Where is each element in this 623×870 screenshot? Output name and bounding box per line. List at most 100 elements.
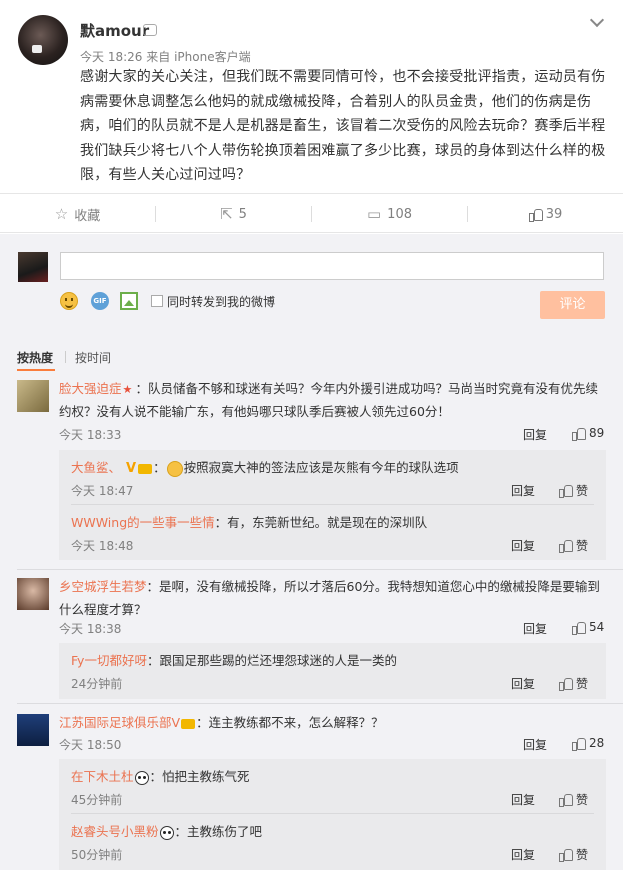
repost-checkbox[interactable]	[151, 295, 163, 307]
comment-body: 乡空城浮生若梦：是啊，没有缴械投降，所以才落后60分。我特想知道您心中的缴械投降…	[59, 575, 607, 621]
repost-button[interactable]: ⇱ 5	[156, 194, 311, 234]
star-icon: ☆	[54, 205, 69, 223]
sub-reply-button[interactable]: 回复	[511, 846, 535, 863]
comment-like-count: 54	[589, 620, 605, 634]
panda-badge-icon	[134, 770, 149, 785]
current-user-avatar	[18, 252, 48, 282]
reply-button[interactable]: 回复	[523, 426, 547, 443]
comment-button[interactable]: ▭ 108	[312, 194, 467, 234]
tab-time[interactable]: 按时间	[75, 349, 111, 366]
comment-icon: ▭	[366, 205, 382, 223]
tab-divider	[65, 351, 66, 363]
post-time[interactable]: 今天 18:26	[80, 50, 142, 64]
emoji-icon[interactable]	[60, 292, 78, 310]
thumb-up-icon	[559, 484, 573, 498]
emoji-face-icon	[166, 460, 183, 477]
comment-time: 今天 18:50	[59, 738, 122, 752]
comment-count: 108	[387, 206, 412, 222]
repost-checkbox-label: 同时转发到我的微博	[167, 295, 276, 309]
sub-comment-text: ：怕把主教练气死	[149, 769, 250, 784]
sub-comment-time: 24分钟前	[71, 677, 123, 691]
comment-divider	[17, 703, 623, 704]
crown-badge-icon	[181, 718, 196, 729]
commenter-avatar[interactable]	[17, 380, 49, 412]
comment-like-button[interactable]: 54	[572, 620, 605, 635]
repost-count: 5	[238, 206, 247, 222]
sub-like-label: 赞	[576, 677, 589, 691]
sub-comment-body: 在下木土杜 ：怕把主教练气死	[71, 766, 250, 785]
sub-comment-text: 按照寂寞大神的签法应该是灰熊有今年的球队选项	[183, 460, 459, 475]
sub-commenter-name[interactable]: 在下木土杜	[71, 769, 134, 784]
favorite-button[interactable]: ☆ 收藏	[0, 194, 155, 234]
like-count: 39	[545, 206, 563, 222]
comment-item: 乡空城浮生若梦：是啊，没有缴械投降，所以才落后60分。我特想知道您心中的缴械投降…	[0, 570, 623, 705]
active-tab-indicator	[17, 369, 55, 371]
submit-comment-button[interactable]: 评论	[540, 291, 605, 319]
commenter-name[interactable]: 脸大强迫症	[59, 381, 122, 396]
sub-comment: WWWing的一些事一些情：有，东莞新世纪。就是现在的深圳队 今天 18:48 …	[59, 505, 606, 560]
thumb-up-icon	[572, 621, 586, 635]
sub-comment-text: ：有，东莞新世纪。就是现在的深圳队	[214, 515, 428, 530]
comment-like-count: 89	[589, 426, 605, 440]
sub-commenter-name[interactable]: 大鱼鲨、	[71, 460, 121, 475]
comment-like-count: 28	[589, 736, 605, 750]
sub-reply-button[interactable]: 回复	[511, 675, 535, 692]
comment-like-button[interactable]: 89	[572, 426, 605, 441]
sub-like-label: 赞	[576, 539, 589, 553]
sub-comment-body: 赵睿头号小黑粉 ：主教练伤了吧	[71, 821, 262, 840]
panda-badge-icon	[159, 825, 174, 840]
reply-button[interactable]: 回复	[523, 620, 547, 637]
commenter-name[interactable]: 乡空城浮生若梦	[59, 579, 147, 594]
member-icon[interactable]	[143, 24, 157, 36]
sub-like-button[interactable]: 赞	[559, 791, 588, 808]
sub-reply-button[interactable]: 回复	[511, 791, 535, 808]
sub-like-label: 赞	[576, 848, 589, 862]
reply-button[interactable]: 回复	[523, 736, 547, 753]
comment-item: 江苏国际足球俱乐部V ：连主教练都不来，怎么解释？？ 今天 18:50 回复 28…	[0, 706, 623, 870]
post-content: 感谢大家的关心关注，但我们既不需要同情可怜，也不会接受批评指责，运动员有伤病需要…	[80, 69, 606, 183]
thumb-up-icon	[528, 208, 543, 222]
comment-item: 脸大强迫症★ ：队员储备不够和球迷有关吗？今年内外援引进成功吗？马尚当时究竟有没有…	[0, 372, 623, 572]
thumb-up-icon	[572, 737, 586, 751]
sub-commenter-name[interactable]: WWWing的一些事一些情	[71, 515, 215, 530]
sub-like-label: 赞	[576, 484, 589, 498]
sub-comment: 大鱼鲨、 V：按照寂寞大神的签法应该是灰熊有今年的球队选项 今天 18:47 回…	[59, 450, 606, 505]
post-source[interactable]: iPhone客户端	[174, 50, 251, 64]
like-button[interactable]: 39	[468, 194, 623, 234]
sub-comment-body: 大鱼鲨、 V：按照寂寞大神的签法应该是灰熊有今年的球队选项	[71, 460, 459, 477]
sub-commenter-name[interactable]: 赵睿头号小黑粉	[71, 824, 159, 839]
image-icon[interactable]	[120, 292, 138, 310]
sub-commenter-name[interactable]: Fy一切都好呀	[71, 653, 147, 668]
commenter-avatar[interactable]	[17, 578, 49, 610]
sub-comment: Fy一切都好呀：跟国足那些踢的烂还埋怨球迷的人是一类的 24分钟前 回复 赞	[59, 643, 606, 699]
sub-comment-box: 大鱼鲨、 V：按照寂寞大神的签法应该是灰熊有今年的球队选项 今天 18:47 回…	[59, 450, 606, 560]
sub-comment: 在下木土杜 ：怕把主教练气死 45分钟前 回复 赞	[59, 759, 606, 814]
sub-comment-time: 今天 18:48	[71, 539, 134, 553]
source-prefix: 来自	[146, 50, 171, 64]
sub-comment-box: 在下木土杜 ：怕把主教练气死 45分钟前 回复 赞 赵睿头号小黑粉 ：主教练伤了吧 …	[59, 759, 606, 870]
sub-like-button[interactable]: 赞	[559, 846, 588, 863]
author-name[interactable]: 默amour	[80, 20, 149, 41]
favorite-label: 收藏	[74, 208, 101, 224]
sub-like-label: 赞	[576, 793, 589, 807]
post-meta: 今天 18:26 来自 iPhone客户端	[80, 48, 251, 65]
sub-comment: 赵睿头号小黑粉 ：主教练伤了吧 50分钟前 回复 赞	[59, 814, 606, 870]
comment-text: ：队员储备不够和球迷有关吗？今年内外援引进成功吗？马尚当时究竟有没有优先续约权？…	[59, 381, 599, 419]
sub-comment-time: 今天 18:47	[71, 484, 134, 498]
commenter-avatar[interactable]	[17, 714, 49, 746]
comment-input[interactable]	[60, 252, 604, 280]
sub-comment-body: Fy一切都好呀：跟国足那些踢的烂还埋怨球迷的人是一类的	[71, 650, 397, 669]
sub-reply-button[interactable]: 回复	[511, 537, 535, 554]
chevron-down-icon[interactable]	[589, 14, 605, 30]
comment-body: 脸大强迫症★ ：队员储备不够和球迷有关吗？今年内外援引进成功吗？马尚当时究竟有没有…	[59, 377, 607, 423]
sub-like-button[interactable]: 赞	[559, 675, 588, 692]
gif-icon[interactable]: GIF	[91, 292, 109, 310]
sub-like-button[interactable]: 赞	[559, 482, 588, 499]
commenter-name[interactable]: 江苏国际足球俱乐部V	[59, 715, 180, 730]
comment-like-button[interactable]: 28	[572, 736, 605, 751]
sub-reply-button[interactable]: 回复	[511, 482, 535, 499]
author-avatar[interactable]	[18, 15, 68, 65]
sub-like-button[interactable]: 赞	[559, 537, 588, 554]
tab-hot[interactable]: 按热度	[17, 349, 53, 366]
weibo-post: 默amour 今天 18:26 来自 iPhone客户端 感谢大家的关心关注，但…	[0, 0, 623, 193]
